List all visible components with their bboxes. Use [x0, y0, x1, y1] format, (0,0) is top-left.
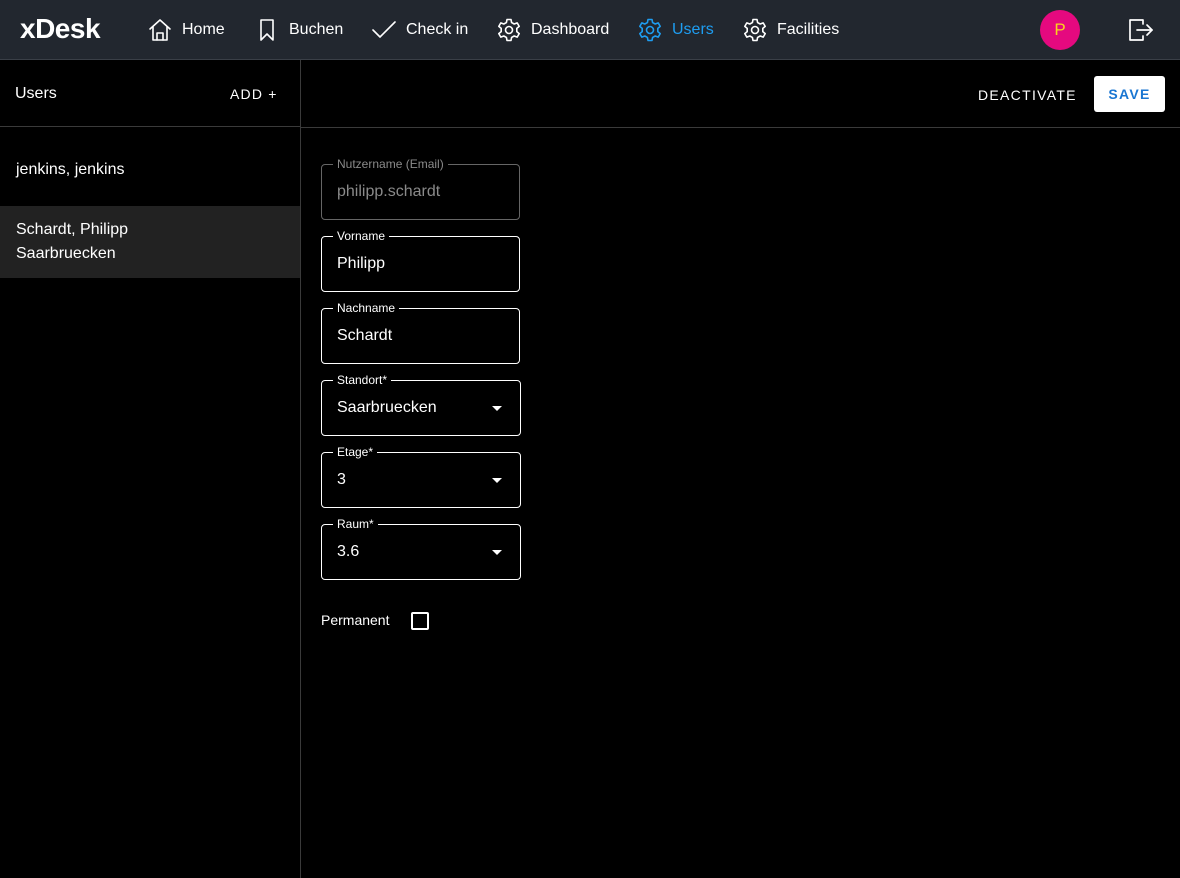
username-field[interactable]: Nutzername (Email) philipp.schardt	[321, 157, 520, 220]
nav-users[interactable]: Users	[637, 0, 714, 60]
location-label: Standort*	[333, 373, 392, 387]
dropdown-arrow-icon	[492, 406, 502, 411]
detail-toolbar: DEACTIVATE SAVE	[301, 60, 1180, 128]
list-item[interactable]: Schardt, Philipp Saarbruecken	[0, 206, 300, 278]
gear-icon	[639, 18, 661, 42]
room-select[interactable]: Raum* 3.6	[321, 517, 521, 580]
room-value: 3.6	[337, 543, 360, 560]
user-location: Saarbruecken	[16, 245, 116, 262]
sidebar-header: Users ADD +	[0, 60, 300, 127]
logout-button[interactable]	[1126, 16, 1154, 44]
save-button[interactable]: SAVE	[1094, 76, 1165, 112]
location-value: Saarbruecken	[337, 399, 437, 416]
lastname-label: Nachname	[333, 301, 400, 315]
floor-label: Etage*	[333, 445, 378, 459]
firstname-value: Philipp	[337, 255, 386, 272]
permanent-label: Permanent	[321, 612, 390, 628]
gear-icon	[744, 18, 766, 42]
nav-facilities[interactable]: Facilities	[742, 0, 839, 60]
nav-home[interactable]: Home	[147, 0, 225, 60]
nav-check-in[interactable]: Check in	[371, 0, 468, 60]
permanent-checkbox[interactable]	[411, 612, 429, 630]
floor-select[interactable]: Etage* 3	[321, 445, 521, 508]
checkmark-icon	[372, 21, 396, 38]
user-name: Schardt, Philipp	[16, 221, 129, 238]
username-value: philipp.schardt	[337, 183, 441, 200]
nav-buchen-label: Buchen	[289, 21, 344, 38]
firstname-field[interactable]: Vorname Philipp	[321, 229, 520, 292]
nav-check-in-label: Check in	[406, 21, 469, 38]
nav-buchen[interactable]: Buchen	[254, 0, 343, 60]
user-name: jenkins, jenkins	[16, 161, 125, 178]
list-item[interactable]: jenkins, jenkins	[0, 158, 300, 182]
location-select[interactable]: Standort* Saarbruecken	[321, 373, 521, 436]
dropdown-arrow-icon	[492, 478, 502, 483]
app-logo: xDesk	[20, 13, 101, 44]
firstname-label: Vorname	[333, 229, 390, 243]
users-sidebar: Users ADD + jenkins, jenkins Schardt, Ph…	[0, 60, 301, 878]
nav-home-label: Home	[182, 21, 225, 38]
lastname-value: Schardt	[337, 327, 393, 344]
deactivate-button[interactable]: DEACTIVATE	[978, 87, 1077, 103]
nav-users-label: Users	[672, 21, 714, 38]
nav-dashboard-label: Dashboard	[531, 21, 610, 38]
nav-facilities-label: Facilities	[777, 21, 840, 38]
lastname-field[interactable]: Nachname Schardt	[321, 301, 520, 364]
floor-value: 3	[337, 471, 346, 488]
bookmark-icon	[260, 19, 274, 41]
gear-icon	[498, 18, 520, 42]
add-user-button[interactable]: ADD +	[230, 86, 278, 102]
avatar[interactable]: P	[1040, 10, 1080, 50]
dropdown-arrow-icon	[492, 550, 502, 555]
username-label: Nutzername (Email)	[333, 157, 448, 171]
home-icon	[149, 19, 171, 41]
logout-icon	[1129, 19, 1153, 41]
top-navigation-bar: xDesk Home Buchen Check in Dashboard Use…	[0, 0, 1180, 60]
sidebar-title: Users	[15, 85, 57, 102]
nav-dashboard[interactable]: Dashboard	[496, 0, 609, 60]
room-label: Raum*	[333, 517, 378, 531]
